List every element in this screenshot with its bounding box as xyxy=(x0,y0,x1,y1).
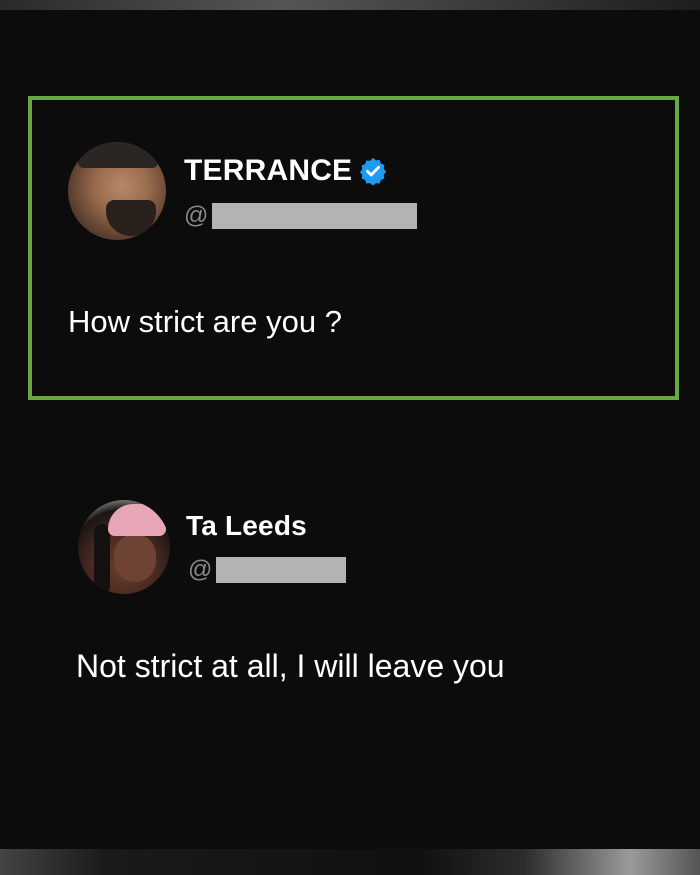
avatar-beard xyxy=(106,200,156,236)
avatar-braid xyxy=(94,524,110,594)
reply-post[interactable]: Ta Leeds @ Not strict at all, I will lea… xyxy=(40,480,670,740)
highlighted-post[interactable]: TERRANCE @ How strict are you ? xyxy=(28,96,679,400)
avatar-hair xyxy=(78,142,158,168)
post-text: How strict are you ? xyxy=(68,304,342,339)
redacted-handle xyxy=(216,557,347,583)
post-text: Not strict at all, I will leave you xyxy=(76,648,505,684)
avatar[interactable] xyxy=(68,142,166,240)
top-photo-edge xyxy=(0,0,700,10)
handle-row: @ xyxy=(184,202,418,230)
handle-prefix: @ xyxy=(184,202,209,229)
handle-prefix: @ xyxy=(188,556,213,583)
bottom-photo-edge xyxy=(0,849,700,875)
handle-row: @ xyxy=(188,556,347,584)
avatar-hat xyxy=(108,504,166,536)
avatar-face xyxy=(114,534,156,582)
screenshot-page: TERRANCE @ How strict are you ? Ta Leeds… xyxy=(0,0,700,875)
author-row: Ta Leeds xyxy=(186,510,307,542)
author-name[interactable]: TERRANCE xyxy=(184,154,352,188)
avatar[interactable] xyxy=(78,500,170,594)
author-row: TERRANCE xyxy=(184,154,388,188)
redacted-handle xyxy=(212,203,418,229)
author-name[interactable]: Ta Leeds xyxy=(186,510,307,542)
verified-badge-icon xyxy=(360,157,387,186)
